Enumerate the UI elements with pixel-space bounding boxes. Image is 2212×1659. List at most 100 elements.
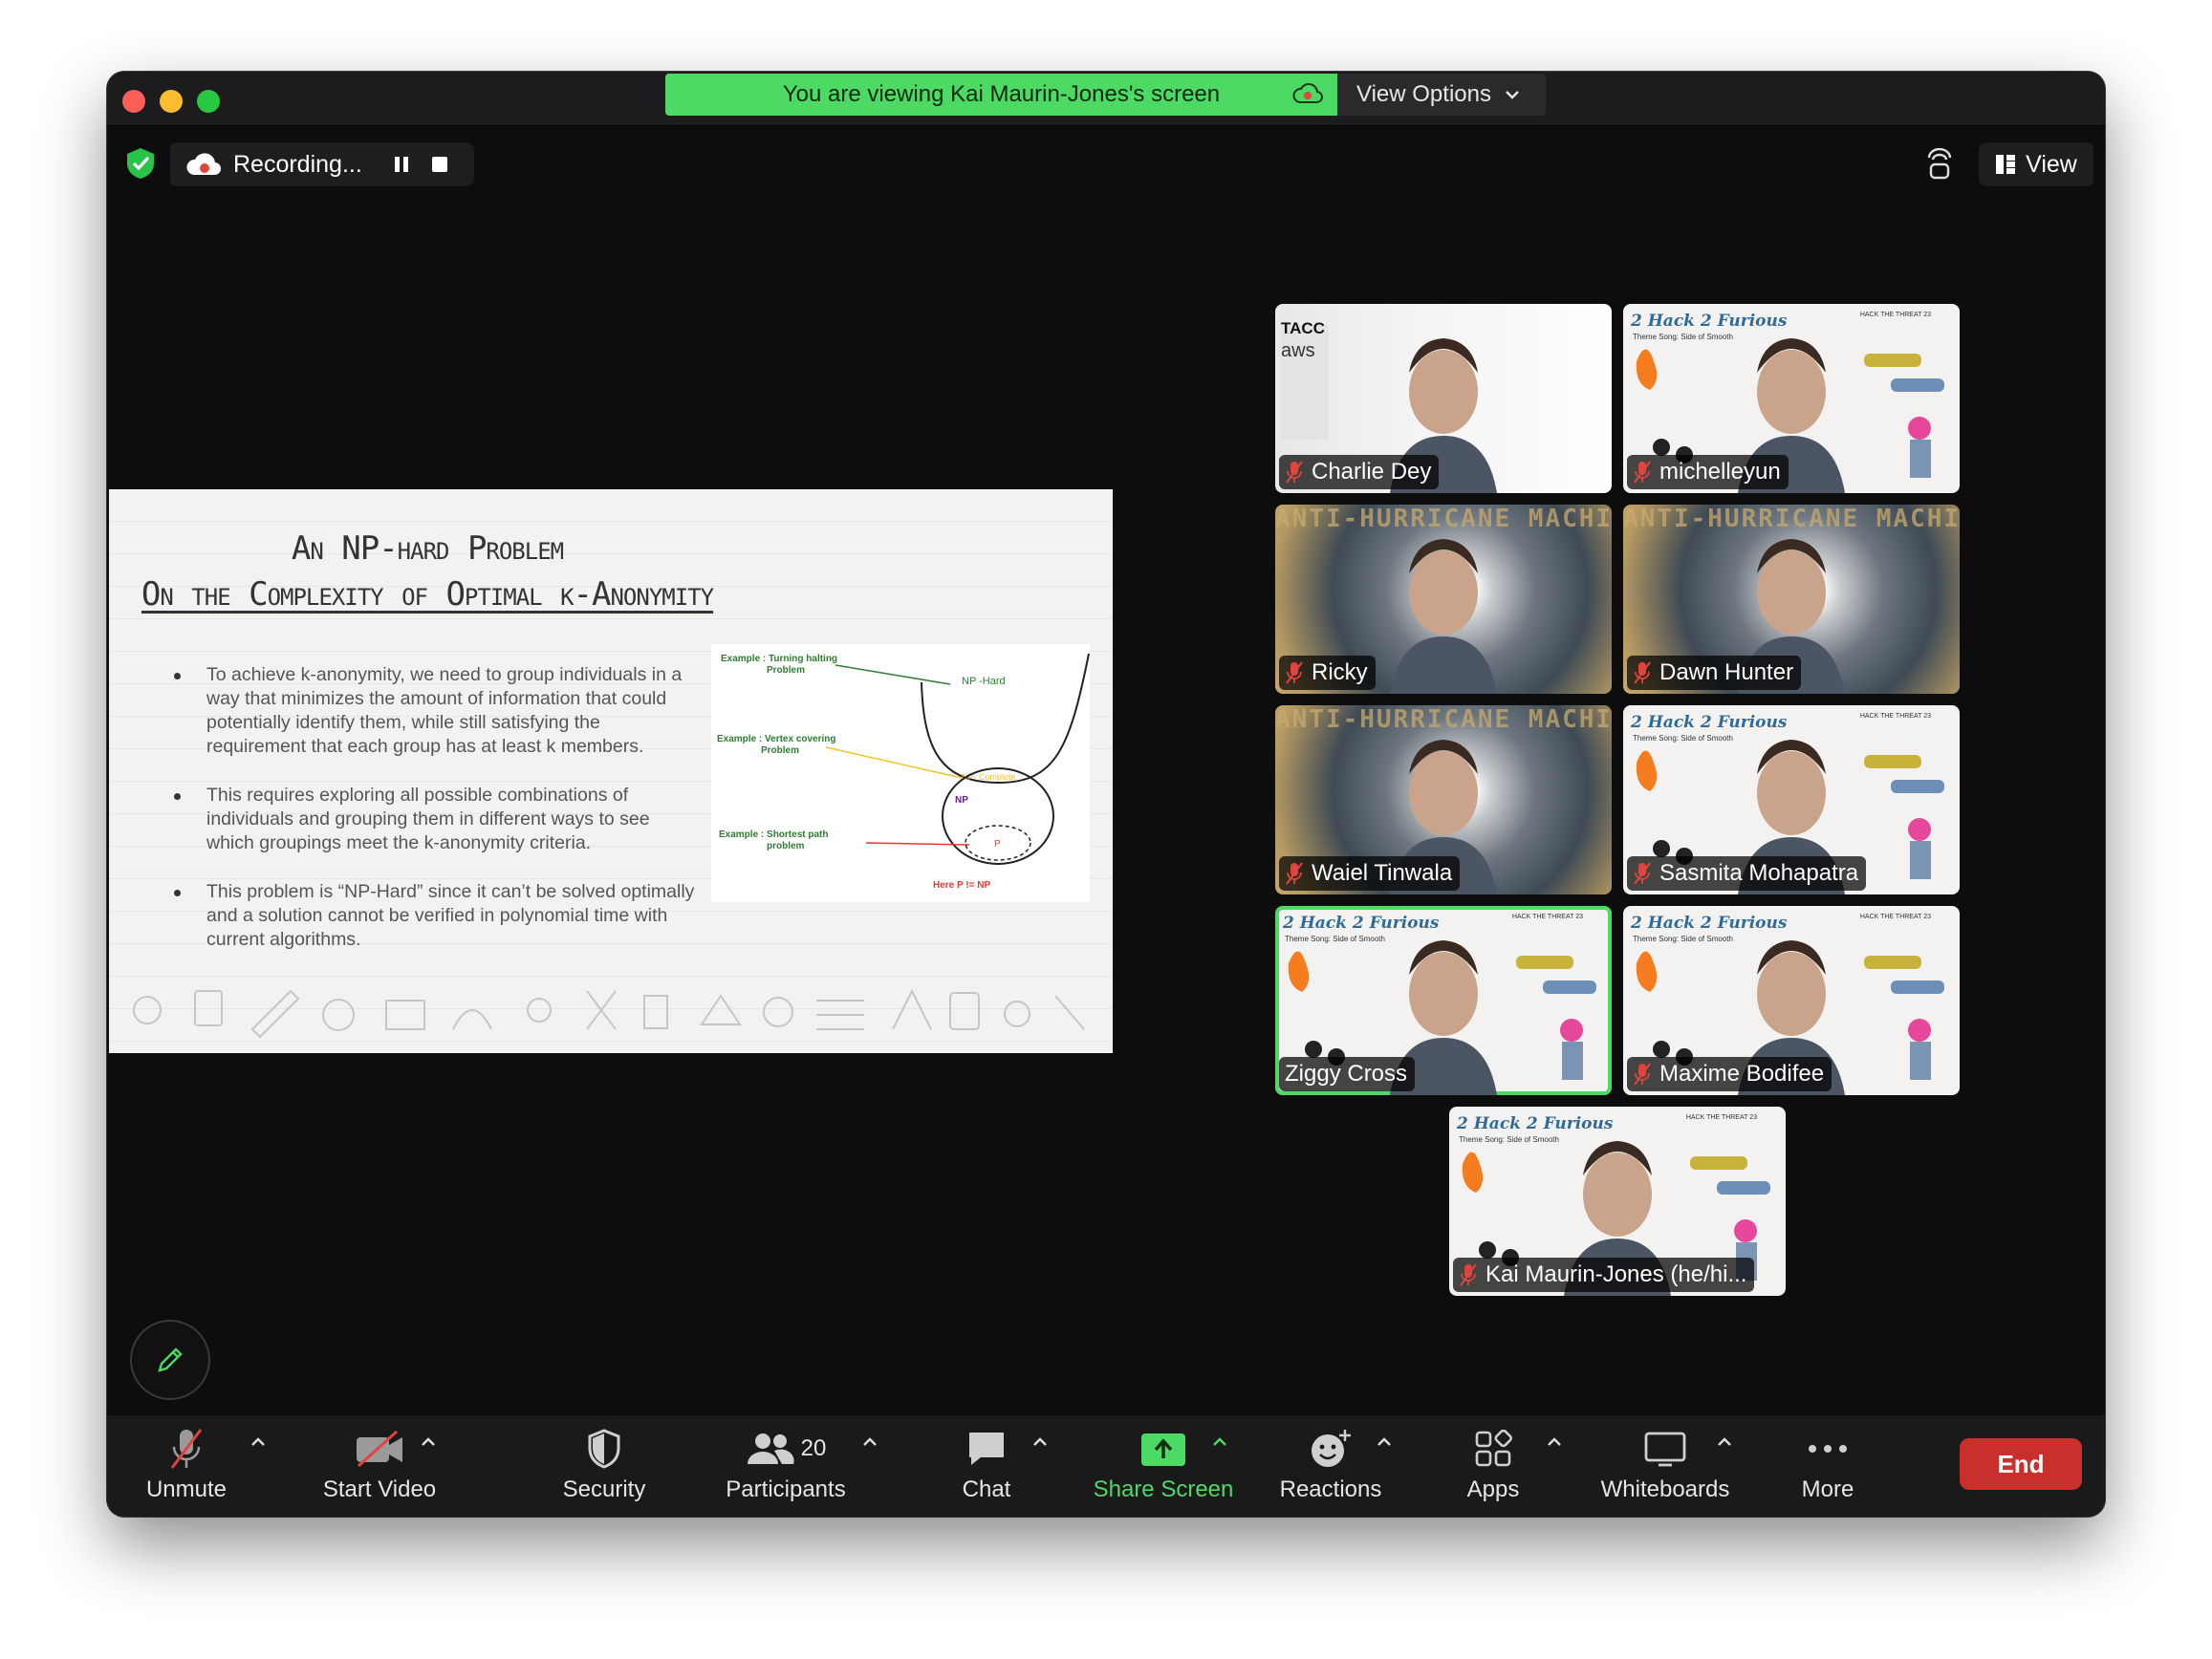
participant-name-tag: Kai Maurin-Jones (he/hi... bbox=[1453, 1258, 1755, 1292]
participant-tile[interactable]: 2 Hack 2 Furious Theme Song: Side of Smoo… bbox=[1449, 1107, 1786, 1296]
share-screen-label: Share Screen bbox=[1093, 1476, 1234, 1502]
recording-indicator: Recording... bbox=[170, 142, 474, 186]
microphone-muted-icon bbox=[1286, 862, 1303, 885]
participant-name-tag: Dawn Hunter bbox=[1627, 656, 1802, 690]
shield-icon bbox=[588, 1429, 620, 1469]
share-banner-text: You are viewing Kai Maurin-Jones's scree… bbox=[782, 81, 1221, 107]
slide-title-line1: An NP-hard Problem bbox=[291, 529, 564, 568]
apps-button[interactable]: Apps bbox=[1445, 1425, 1541, 1511]
participant-name-tag: Maxime Bodifee bbox=[1627, 1057, 1832, 1091]
shared-screen-slide: An NP-hard Problem On the Complexity of … bbox=[109, 489, 1113, 1053]
apps-options-chevron-icon[interactable] bbox=[1545, 1434, 1564, 1450]
diagram-example-2b: Problem bbox=[761, 745, 799, 756]
chat-label: Chat bbox=[962, 1476, 1011, 1502]
people-icon bbox=[747, 1433, 794, 1464]
more-label: More bbox=[1801, 1476, 1854, 1502]
apps-grid-icon bbox=[1475, 1430, 1512, 1467]
microphone-muted-icon bbox=[1634, 1063, 1651, 1086]
more-button[interactable]: More bbox=[1780, 1425, 1876, 1511]
participant-name-tag: Sasmita Mohapatra bbox=[1627, 856, 1867, 891]
bullet-text: This requires exploring all possible com… bbox=[206, 785, 650, 853]
participant-name: Kai Maurin-Jones (he/hi... bbox=[1486, 1261, 1747, 1287]
microphone-muted-icon bbox=[1286, 461, 1303, 484]
view-options-dropdown[interactable]: View Options bbox=[1337, 74, 1546, 116]
end-meeting-button[interactable]: End bbox=[1960, 1438, 2082, 1490]
participant-count: 20 bbox=[800, 1435, 827, 1461]
participant-name-tag: Charlie Dey bbox=[1279, 455, 1440, 489]
video-camera-off-icon bbox=[357, 1430, 402, 1468]
participant-tile[interactable]: 2 Hack 2 Furious Theme Song: Side of Smoo… bbox=[1275, 906, 1612, 1095]
participant-tile[interactable]: 2 Hack 2 Furious Theme Song: Side of Smoo… bbox=[1623, 705, 1960, 894]
chat-options-chevron-icon[interactable] bbox=[1030, 1434, 1050, 1450]
np-hard-diagram: Example : Turning halting Problem NP -Ha… bbox=[711, 644, 1090, 902]
microphone-muted-icon bbox=[1634, 862, 1651, 885]
participants-options-chevron-icon[interactable] bbox=[860, 1434, 879, 1450]
cloud-icon bbox=[186, 153, 222, 176]
share-options-chevron-icon[interactable] bbox=[1210, 1434, 1229, 1450]
view-layout-button[interactable]: View bbox=[1979, 142, 2093, 186]
minimize-window-button[interactable] bbox=[160, 90, 183, 113]
unmute-button[interactable]: Unmute bbox=[134, 1425, 239, 1511]
participant-name-tag: michelleyun bbox=[1627, 455, 1789, 489]
annotate-button[interactable] bbox=[130, 1320, 210, 1400]
participant-name: Maxime Bodifee bbox=[1659, 1061, 1825, 1087]
microphone-muted-icon bbox=[1460, 1263, 1477, 1286]
participant-name: Ricky bbox=[1312, 659, 1368, 685]
microphone-muted-icon bbox=[1286, 661, 1303, 684]
diagram-np-complete: NP- Complete bbox=[962, 772, 1016, 782]
security-shield-icon[interactable] bbox=[124, 146, 157, 181]
reactions-options-chevron-icon[interactable] bbox=[1375, 1434, 1394, 1450]
participant-name: michelleyun bbox=[1659, 459, 1781, 485]
security-button[interactable]: Security bbox=[547, 1425, 661, 1511]
participant-tile[interactable]: ANTI-HURRICANE MACHINE CLUBDawn Hunter bbox=[1623, 505, 1960, 694]
participant-tile[interactable]: 2 Hack 2 Furious Theme Song: Side of Smoo… bbox=[1623, 304, 1960, 493]
close-window-button[interactable] bbox=[122, 90, 145, 113]
start-video-label: Start Video bbox=[322, 1476, 437, 1502]
participant-name: Sasmita Mohapatra bbox=[1659, 860, 1859, 886]
pause-recording-icon[interactable] bbox=[392, 155, 411, 174]
slide-bullet-list: To achieve k-anonymity, we need to group… bbox=[166, 663, 702, 977]
smiley-plus-icon bbox=[1312, 1430, 1351, 1467]
microphone-muted-icon bbox=[170, 1429, 203, 1469]
stop-recording-icon[interactable] bbox=[432, 157, 447, 172]
share-screen-arrow-icon bbox=[1141, 1433, 1185, 1466]
participant-tile[interactable]: TACC aws Charlie Dey bbox=[1275, 304, 1612, 493]
immersive-view-button[interactable] bbox=[1917, 142, 1963, 186]
whiteboards-label: Whiteboards bbox=[1600, 1476, 1730, 1502]
view-options-label: View Options bbox=[1356, 81, 1491, 107]
participant-tile[interactable]: ANTI-HURRICANE MACHINE CLUBWaiel Tinwala bbox=[1275, 705, 1612, 894]
slide-title: An NP-hard Problem On the Complexity of … bbox=[109, 526, 746, 617]
participant-name-tag: Waiel Tinwala bbox=[1279, 856, 1461, 891]
pencil-icon bbox=[158, 1347, 183, 1372]
participant-name: Ziggy Cross bbox=[1285, 1061, 1408, 1087]
diagram-np: NP bbox=[955, 795, 968, 806]
slide-bullet: This requires exploring all possible com… bbox=[166, 784, 702, 855]
diagram-example-2: Example : Vertex covering bbox=[717, 734, 836, 744]
chat-bubble-icon bbox=[969, 1433, 1004, 1465]
whiteboards-options-chevron-icon[interactable] bbox=[1715, 1434, 1734, 1450]
apps-label: Apps bbox=[1466, 1476, 1520, 1502]
chevron-down-icon bbox=[1506, 91, 1519, 99]
slide-title-line2: On the Complexity of Optimal k-Anonymity bbox=[141, 575, 714, 614]
whiteboard-icon bbox=[1644, 1432, 1686, 1467]
audio-options-chevron-icon[interactable] bbox=[249, 1434, 268, 1450]
participant-tile[interactable]: ANTI-HURRICANE MACHINE CLUBRicky bbox=[1275, 505, 1612, 694]
participant-name-tag: Ziggy Cross bbox=[1279, 1057, 1416, 1091]
recording-label: Recording... bbox=[233, 150, 362, 178]
meeting-top-bar: Recording... View bbox=[107, 125, 2105, 202]
participants-button[interactable]: 20 Participants bbox=[709, 1425, 862, 1511]
slide-doodle-border bbox=[133, 988, 1085, 1039]
zoom-window-button[interactable] bbox=[197, 90, 220, 113]
diagram-example-1b: Problem bbox=[767, 665, 805, 676]
microphone-muted-icon bbox=[1634, 461, 1651, 484]
layout-grid-icon bbox=[1996, 155, 2016, 174]
diagram-np-hard: NP -Hard bbox=[962, 676, 1006, 687]
chat-button[interactable]: Chat bbox=[939, 1425, 1034, 1511]
diagram-example-1: Example : Turning halting bbox=[721, 654, 837, 664]
zoom-window: You are viewing Kai Maurin-Jones's scree… bbox=[107, 72, 2105, 1517]
participant-tile[interactable]: 2 Hack 2 Furious Theme Song: Side of Smoo… bbox=[1623, 906, 1960, 1095]
bullet-text: To achieve k-anonymity, we need to group… bbox=[206, 664, 683, 757]
title-bar: You are viewing Kai Maurin-Jones's scree… bbox=[107, 72, 2105, 126]
video-options-chevron-icon[interactable] bbox=[419, 1434, 438, 1450]
security-label: Security bbox=[562, 1476, 646, 1502]
